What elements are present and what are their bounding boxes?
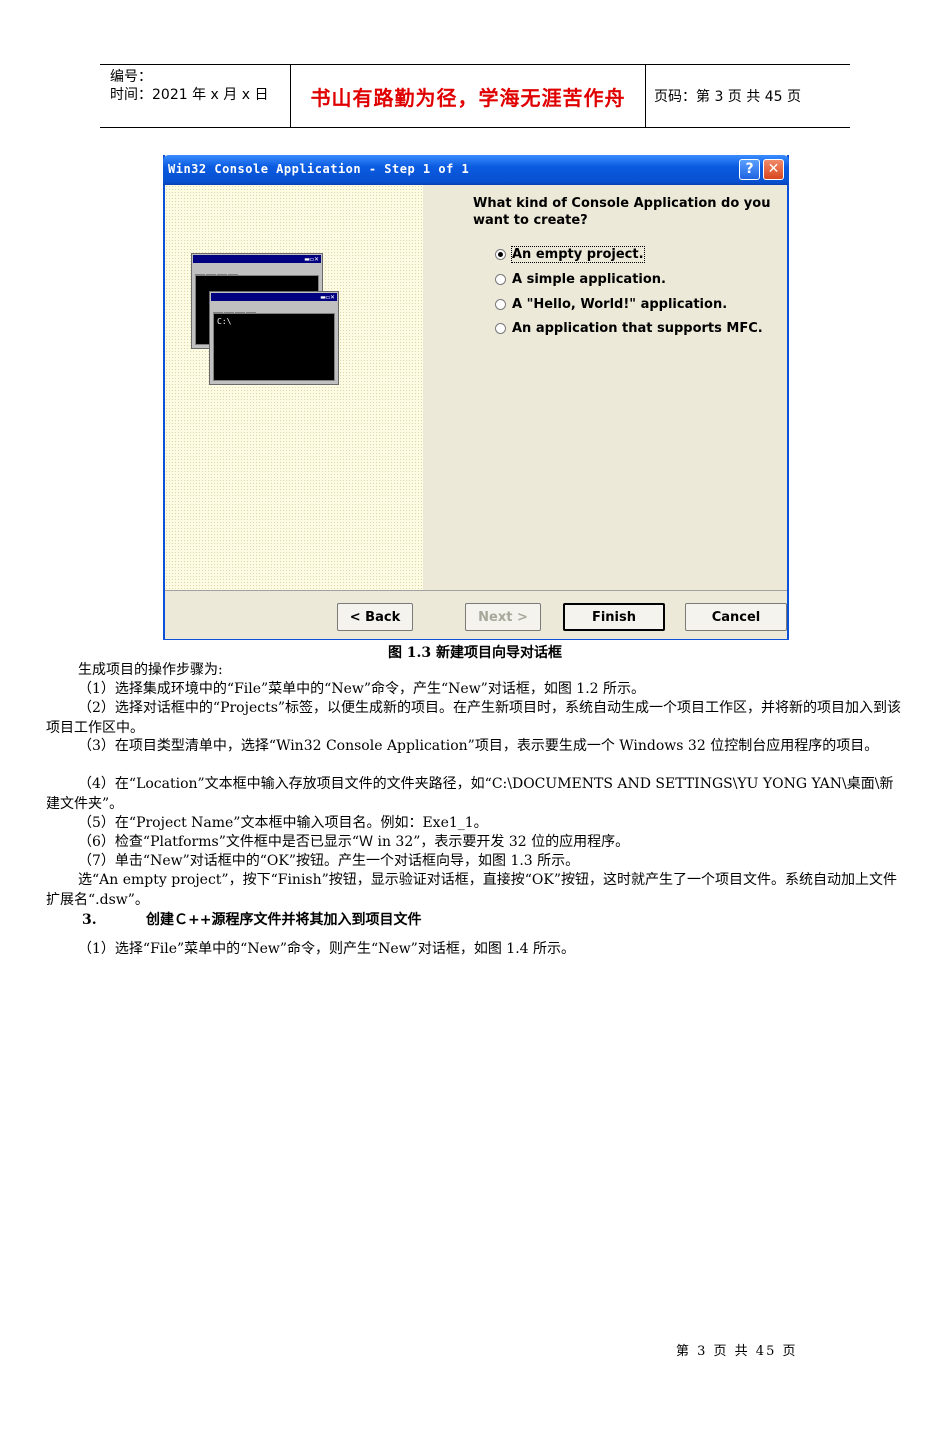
finish-button[interactable]: Finish <box>563 603 665 631</box>
page-footer: 第 3 页 共 45 页 <box>676 1344 798 1359</box>
header-left-cell: 编号： 时间：2021 年 x 月 x 日 <box>100 65 291 127</box>
cancel-button[interactable]: Cancel <box>685 603 787 631</box>
body-paragraph: （7）单击“New”对话框中的“OK”按钮。产生一个对话框向导，如图 1.3 所… <box>78 853 580 869</box>
wizard-dialog-screenshot: Win32 Console Application - Step 1 of 1 … <box>163 155 789 640</box>
body-paragraph: （5）在“Project Name”文本框中输入项目名。例如：Exe1_1。 <box>78 815 488 831</box>
close-icon[interactable]: ✕ <box>763 159 784 180</box>
console-window-illustration-front: ▬▫✕ C:\ <box>209 291 339 385</box>
window-controls-icon: ▬▫✕ <box>320 294 335 301</box>
body-paragraph: （3）在项目类型清单中，选择“Win32 Console Application… <box>78 738 879 754</box>
option-label: An empty project. <box>511 246 645 263</box>
body-paragraph: （1）选择“File”菜单中的“New”命令，则产生“New”对话框，如图 1.… <box>78 941 576 957</box>
mini-titlebar: ▬▫✕ <box>211 293 337 301</box>
body-paragraph: （1）选择集成环境中的“File”菜单中的“New”命令，产生“New”对话框，… <box>78 681 646 697</box>
document-number-label: 编号： <box>110 69 152 85</box>
option-hello-world[interactable]: A "Hello, World!" application. <box>495 297 727 312</box>
next-button[interactable]: Next > <box>465 603 541 631</box>
option-label: An application that supports MFC. <box>512 321 763 336</box>
window-controls-icon: ▬▫✕ <box>304 256 319 263</box>
body-paragraph: （4）在“Location”文本框中输入存放项目文件的文件夹路径，如“C:\DO… <box>46 776 894 812</box>
wizard-button-bar: < Back Next > Finish Cancel <box>165 590 787 639</box>
radio-unselected-icon[interactable] <box>495 299 506 310</box>
mini-titlebar: ▬▫✕ <box>193 255 321 263</box>
radio-selected-icon[interactable] <box>495 249 506 260</box>
body-paragraph: 选“An empty project”，按下“Finish”按钮，显示验证对话框… <box>46 872 898 908</box>
body-paragraph: （2）选择对话框中的“Projects”标签，以便生成新的项目。在产生新项目时，… <box>46 700 902 736</box>
wizard-question: What kind of Console Application do you … <box>473 196 771 228</box>
section-number: 3. <box>82 912 97 928</box>
mini-console-body: C:\ <box>213 313 335 381</box>
radio-unselected-icon[interactable] <box>495 323 506 334</box>
header-motto: 书山有路勤为径，学海无涯苦作舟 <box>291 65 646 127</box>
console-prompt-text: C:\ <box>217 317 232 326</box>
figure-caption: 图 1.3 新建项目向导对话框 <box>387 645 563 661</box>
section-title: 创建Ｃ++源程序文件并将其加入到项目文件 <box>146 912 422 928</box>
section-heading: 3. 创建Ｃ++源程序文件并将其加入到项目文件 <box>82 909 421 929</box>
document-time-label: 时间：2021 年 x 月 x 日 <box>110 87 269 103</box>
option-mfc-application[interactable]: An application that supports MFC. <box>495 321 763 336</box>
mini-toolbar <box>213 304 257 319</box>
help-icon[interactable]: ? <box>739 159 760 180</box>
wizard-illustration-panel: ▬▫✕ ▬▫✕ C:\ <box>165 185 423 590</box>
option-empty-project[interactable]: An empty project. <box>495 246 645 263</box>
mini-toolbar <box>195 266 239 281</box>
wizard-options-panel: What kind of Console Application do you … <box>423 185 787 590</box>
body-paragraph: 生成项目的操作步骤为: <box>78 662 223 678</box>
option-simple-application[interactable]: A simple application. <box>495 272 666 287</box>
option-label: A simple application. <box>512 272 667 287</box>
body-paragraph: （6）检查“Platforms”文件框中是否已显示“Ｗ in 32”，表示要开发… <box>78 834 630 850</box>
header-page-info: 页码：第 3 页 共 45 页 <box>654 89 801 105</box>
back-button[interactable]: < Back <box>337 603 413 631</box>
radio-unselected-icon[interactable] <box>495 274 506 285</box>
page-header: 编号： 时间：2021 年 x 月 x 日 书山有路勤为径，学海无涯苦作舟 页码… <box>100 64 850 128</box>
dialog-titlebar: Win32 Console Application - Step 1 of 1 … <box>163 155 789 185</box>
option-label: A "Hello, World!" application. <box>512 297 728 312</box>
dialog-title: Win32 Console Application - Step 1 of 1 <box>168 162 470 176</box>
